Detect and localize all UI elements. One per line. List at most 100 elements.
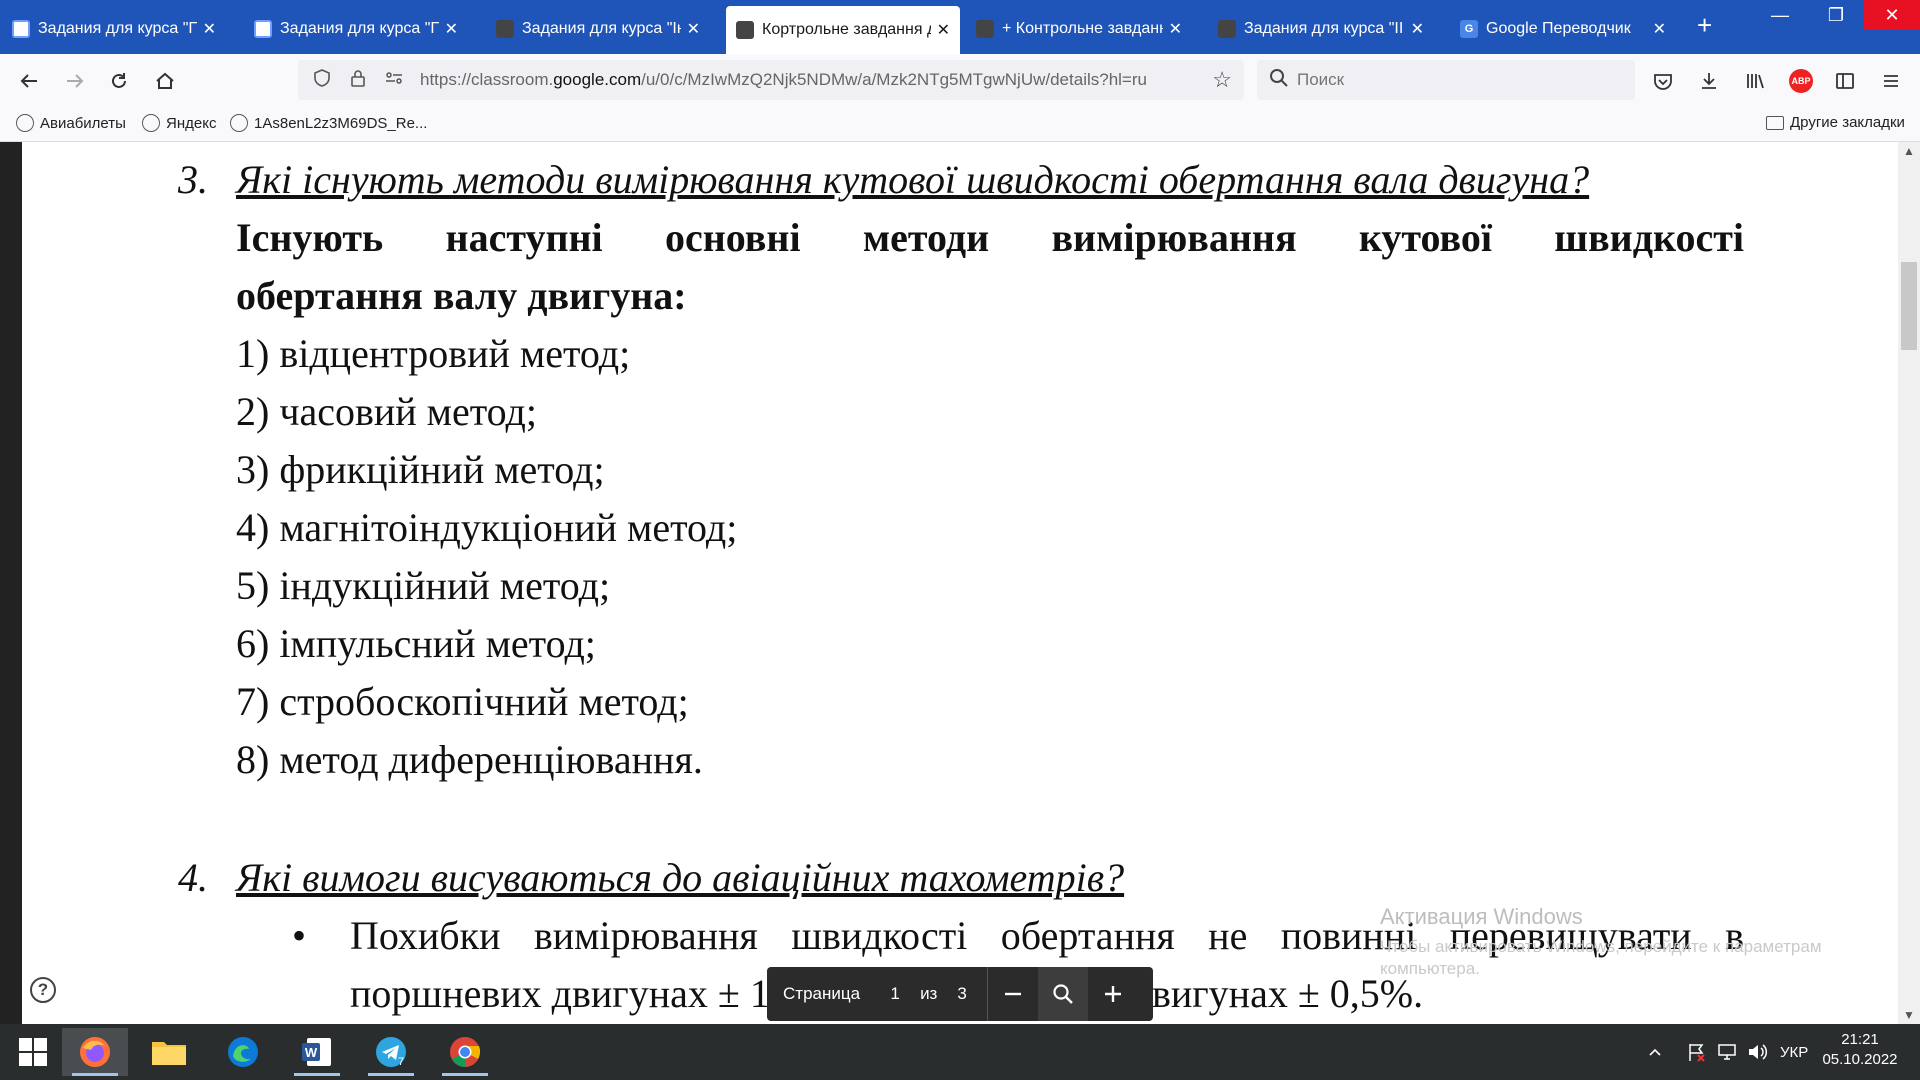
search-input[interactable]	[1297, 70, 1597, 90]
close-icon[interactable]: ✕	[937, 20, 950, 40]
windows-activation-subtitle: Чтобы активировать Windows, перейдите к …	[1380, 937, 1822, 978]
bookmark-label: Яндекс	[166, 114, 217, 132]
search-bar[interactable]	[1257, 60, 1635, 100]
classroom-icon	[976, 20, 994, 38]
method-item: 1) відцентровий метод;	[236, 331, 631, 376]
bookmark-yandex[interactable]: Яндекс	[142, 114, 216, 132]
classroom-icon	[12, 20, 30, 38]
scroll-down-arrow-icon[interactable]: ▼	[1903, 1008, 1915, 1022]
tab-5[interactable]: + Контрольне завдання ✕	[966, 8, 1192, 50]
method-item: 6) імпульсний метод;	[236, 621, 596, 666]
tab-title: Задания для курса "При	[280, 20, 439, 37]
tab-title: Задания для курса "При	[38, 20, 197, 37]
tray-volume-icon[interactable]	[1746, 1024, 1768, 1080]
close-icon[interactable]: ✕	[1169, 19, 1182, 39]
back-arrow-icon[interactable]	[14, 66, 44, 96]
url-domain: google.com	[553, 70, 642, 89]
close-icon[interactable]: ✕	[1411, 19, 1424, 39]
tab-3[interactable]: Задания для курса "Інфо ✕	[486, 8, 710, 50]
tray-language[interactable]: УКР	[1780, 1024, 1808, 1080]
lock-icon[interactable]	[348, 68, 370, 93]
pdf-viewer[interactable]: 3. Які існують методи вимірювання кутово…	[0, 142, 1920, 1024]
taskbar-word[interactable]: W	[284, 1028, 350, 1076]
tray-overflow-icon[interactable]	[1648, 1024, 1662, 1080]
tab-title: + Контрольне завдання	[1002, 20, 1163, 37]
taskbar-telegram[interactable]: 7	[358, 1028, 424, 1076]
bookmark-star-icon[interactable]: ☆	[1212, 67, 1232, 93]
page-number-input[interactable]: 1	[880, 984, 910, 1004]
bookmark-label: 1As8enL2z3M69DS_Re...	[254, 114, 428, 132]
tray-flag-icon[interactable]	[1686, 1024, 1708, 1080]
tray-clock[interactable]: 21:21 05.10.2022	[1810, 1030, 1910, 1070]
question-3-text: Які існують методи вимірювання кутової ш…	[236, 157, 1590, 202]
method-item: 3) фрикційний метод;	[236, 447, 605, 492]
zoom-reset-button[interactable]	[1037, 967, 1088, 1021]
bookmark-aviabilety[interactable]: Авиабилеты	[16, 114, 126, 132]
tab-7[interactable]: G Google Переводчик ✕	[1450, 8, 1676, 50]
tab-title: Google Переводчик	[1486, 20, 1631, 37]
question-4-text: Які вимоги висуваються до авіаційних тах…	[236, 855, 1125, 900]
forward-arrow-icon[interactable]	[60, 66, 90, 96]
hamburger-menu-icon[interactable]	[1876, 66, 1906, 96]
url-text[interactable]: https://classroom.google.com/u/0/c/MzIwM…	[420, 70, 1147, 90]
close-icon[interactable]: ✕	[203, 19, 216, 39]
edge-icon	[228, 1037, 258, 1067]
vertical-scrollbar[interactable]: ▲ ▼	[1898, 142, 1920, 1024]
bookmark-file[interactable]: 1As8enL2z3M69DS_Re...	[230, 114, 427, 132]
shield-icon[interactable]	[312, 68, 334, 93]
zoom-out-button[interactable]	[988, 967, 1038, 1021]
home-icon[interactable]	[150, 66, 180, 96]
scrollbar-thumb[interactable]	[1901, 262, 1917, 350]
windows-logo-icon	[19, 1038, 47, 1066]
start-button[interactable]	[0, 1028, 66, 1076]
sidebar-icon[interactable]	[1830, 66, 1860, 96]
new-tab-button[interactable]: +	[1697, 10, 1712, 41]
clock-time: 21:21	[1841, 1031, 1879, 1048]
adblock-plus-icon[interactable]: ABP	[1786, 66, 1816, 96]
taskbar-chrome[interactable]	[432, 1028, 498, 1076]
download-icon[interactable]	[1694, 66, 1724, 96]
taskbar-edge[interactable]	[210, 1028, 276, 1076]
method-item: 7) стробоскопічний метод;	[236, 679, 689, 724]
bookmarks-toolbar: Авиабилеты Яндекс 1As8enL2z3M69DS_Re... …	[0, 108, 1920, 142]
close-icon[interactable]: ✕	[1653, 19, 1666, 39]
reload-icon[interactable]	[104, 66, 134, 96]
answer-3-line-1: Існують наступні основні методи вимірюва…	[236, 215, 1744, 260]
classroom-icon	[254, 20, 272, 38]
tray-network-icon[interactable]	[1716, 1024, 1738, 1080]
viewer-left-edge	[0, 142, 22, 1024]
google-translate-icon: G	[1460, 20, 1478, 38]
close-icon[interactable]: ✕	[445, 19, 458, 39]
method-item: 2) часовий метод;	[236, 389, 537, 434]
bullet-mark: •	[292, 913, 307, 958]
tab-title: Кортрольне завдання д	[762, 21, 931, 38]
zoom-in-button[interactable]	[1088, 967, 1138, 1021]
classroom-icon	[496, 20, 514, 38]
method-item: 8) метод диференціювання.	[236, 737, 703, 782]
address-bar[interactable]: https://classroom.google.com/u/0/c/MzIwM…	[298, 60, 1244, 100]
other-bookmarks[interactable]: Другие закладки	[1766, 114, 1905, 131]
minimize-button[interactable]: —	[1752, 0, 1808, 30]
tab-2[interactable]: Задания для курса "При ✕	[244, 8, 468, 50]
library-icon[interactable]	[1740, 66, 1770, 96]
scroll-up-arrow-icon[interactable]: ▲	[1903, 144, 1915, 158]
clock-date: 05.10.2022	[1822, 1051, 1898, 1068]
help-icon[interactable]: ?	[30, 977, 56, 1003]
word-icon: W	[302, 1038, 331, 1066]
page-label: Страница	[783, 984, 861, 1003]
page-total: 3	[957, 984, 967, 1003]
close-icon[interactable]: ✕	[687, 19, 700, 39]
magnifier-icon	[1053, 984, 1073, 1004]
globe-icon	[142, 114, 160, 132]
firefox-icon	[80, 1037, 110, 1067]
tab-4-active[interactable]: Кортрольне завдання д ✕	[726, 6, 960, 54]
tab-6[interactable]: Задания для курса "ІІ с. К ✕	[1208, 8, 1434, 50]
window-close-button[interactable]: ✕	[1864, 0, 1920, 30]
taskbar-firefox[interactable]	[62, 1028, 128, 1076]
maximize-button[interactable]: ❐	[1808, 0, 1864, 30]
pocket-icon[interactable]	[1648, 66, 1678, 96]
tab-1[interactable]: Задания для курса "При ✕	[2, 8, 226, 50]
answer-3-line-2: обертання валу двигуна:	[236, 273, 687, 318]
permissions-icon[interactable]	[384, 68, 406, 93]
taskbar-file-explorer[interactable]	[136, 1028, 202, 1076]
